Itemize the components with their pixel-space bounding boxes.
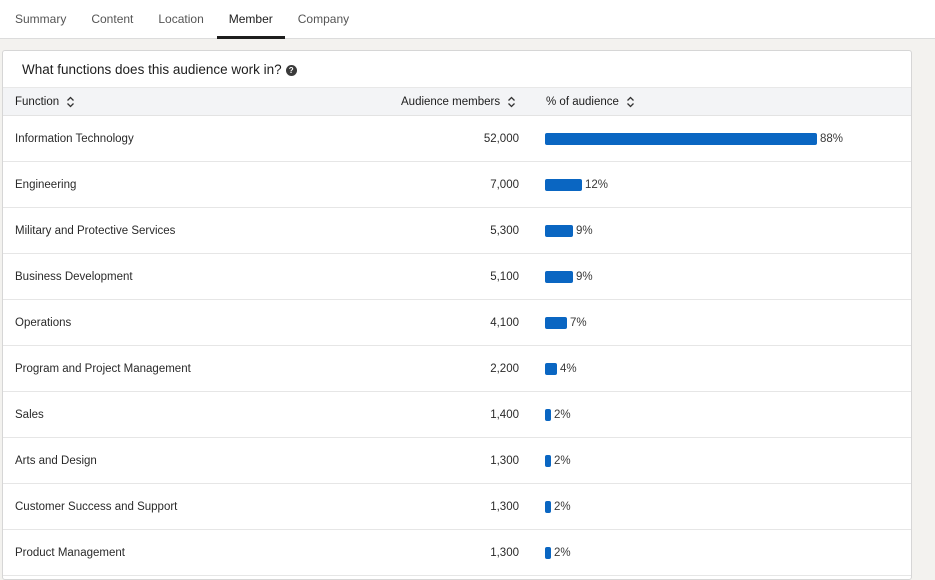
table-row: Arts and Design 1,300 2% bbox=[3, 438, 911, 484]
percent-bar bbox=[545, 546, 551, 559]
table-row: Engineering 7,000 12% bbox=[3, 162, 911, 208]
table-row: Business Development 5,100 9% bbox=[3, 254, 911, 300]
function-name: Customer Success and Support bbox=[15, 500, 178, 513]
table-row: Operations 4,100 7% bbox=[3, 300, 911, 346]
audience-members: 5,100 bbox=[490, 270, 519, 283]
table-row: Sales 1,400 2% bbox=[3, 392, 911, 438]
table-row: Program and Project Management 2,200 4% bbox=[3, 346, 911, 392]
functions-card: What functions does this audience work i… bbox=[2, 50, 912, 580]
tab-member[interactable]: Member bbox=[216, 0, 285, 39]
table-header: Function Audience members % of audience bbox=[3, 87, 911, 116]
table-row: Military and Protective Services 5,300 9… bbox=[3, 208, 911, 254]
audience-members: 1,300 bbox=[490, 546, 519, 559]
tab-company[interactable]: Company bbox=[286, 0, 361, 38]
function-name: Program and Project Management bbox=[15, 362, 191, 375]
percent-label: 2% bbox=[554, 546, 571, 559]
sort-icon bbox=[626, 96, 634, 107]
table-row: Information Technology 52,000 88% bbox=[3, 116, 911, 162]
percent-label: 12% bbox=[585, 178, 609, 191]
percent-label: 7% bbox=[570, 316, 587, 329]
question-circle-icon[interactable]: ? bbox=[285, 64, 297, 76]
percent-bar bbox=[545, 500, 551, 513]
sort-icon bbox=[67, 96, 75, 107]
audience-members: 7,000 bbox=[490, 178, 519, 191]
audience-members: 5,300 bbox=[490, 224, 519, 237]
percent-label: 2% bbox=[554, 500, 571, 513]
audience-members: 1,300 bbox=[490, 454, 519, 467]
percent-bar bbox=[545, 362, 557, 375]
table-row: Product Management 1,300 2% bbox=[3, 530, 911, 576]
card-header: What functions does this audience work i… bbox=[3, 51, 911, 87]
tab-bar: Summary Content Location Member Company bbox=[0, 0, 935, 39]
function-name: Arts and Design bbox=[15, 454, 97, 467]
percent-label: 4% bbox=[560, 362, 577, 375]
function-name: Business Development bbox=[15, 270, 133, 283]
percent-label: 2% bbox=[554, 454, 571, 467]
tab-summary[interactable]: Summary bbox=[3, 0, 78, 38]
audience-members: 52,000 bbox=[483, 132, 519, 145]
percent-label: 88% bbox=[820, 132, 844, 145]
percent-label: 9% bbox=[576, 224, 593, 237]
column-header-audience-members[interactable]: Audience members bbox=[401, 96, 516, 108]
function-name: Information Technology bbox=[15, 132, 134, 145]
column-label: Function bbox=[15, 95, 60, 108]
function-name: Product Management bbox=[15, 546, 125, 559]
column-header-percent-of-audience[interactable]: % of audience bbox=[546, 96, 635, 108]
percent-bar bbox=[545, 316, 567, 329]
audience-members: 1,300 bbox=[490, 500, 519, 513]
percent-bar bbox=[545, 454, 551, 467]
percent-bar bbox=[545, 178, 582, 191]
percent-bar bbox=[545, 408, 551, 421]
function-name: Engineering bbox=[15, 178, 77, 191]
column-label: Audience members bbox=[401, 95, 501, 108]
function-name: Military and Protective Services bbox=[15, 224, 176, 237]
percent-label: 9% bbox=[576, 270, 593, 283]
table-body: Information Technology 52,000 88% Engine… bbox=[3, 116, 911, 576]
audience-members: 1,400 bbox=[490, 408, 519, 421]
sort-icon bbox=[508, 96, 516, 107]
card-title: What functions does this audience work i… bbox=[22, 61, 282, 77]
percent-bar bbox=[545, 132, 817, 145]
column-header-function[interactable]: Function bbox=[15, 96, 75, 108]
percent-bar bbox=[545, 270, 573, 283]
function-name: Sales bbox=[15, 408, 44, 421]
audience-members: 2,200 bbox=[490, 362, 519, 375]
percent-label: 2% bbox=[554, 408, 571, 421]
table-row: Customer Success and Support 1,300 2% bbox=[3, 484, 911, 530]
column-label: % of audience bbox=[546, 95, 619, 108]
function-name: Operations bbox=[15, 316, 72, 329]
percent-bar bbox=[545, 224, 573, 237]
tab-content[interactable]: Content bbox=[79, 0, 145, 38]
tab-location[interactable]: Location bbox=[146, 0, 215, 38]
audience-members: 4,100 bbox=[490, 316, 519, 329]
